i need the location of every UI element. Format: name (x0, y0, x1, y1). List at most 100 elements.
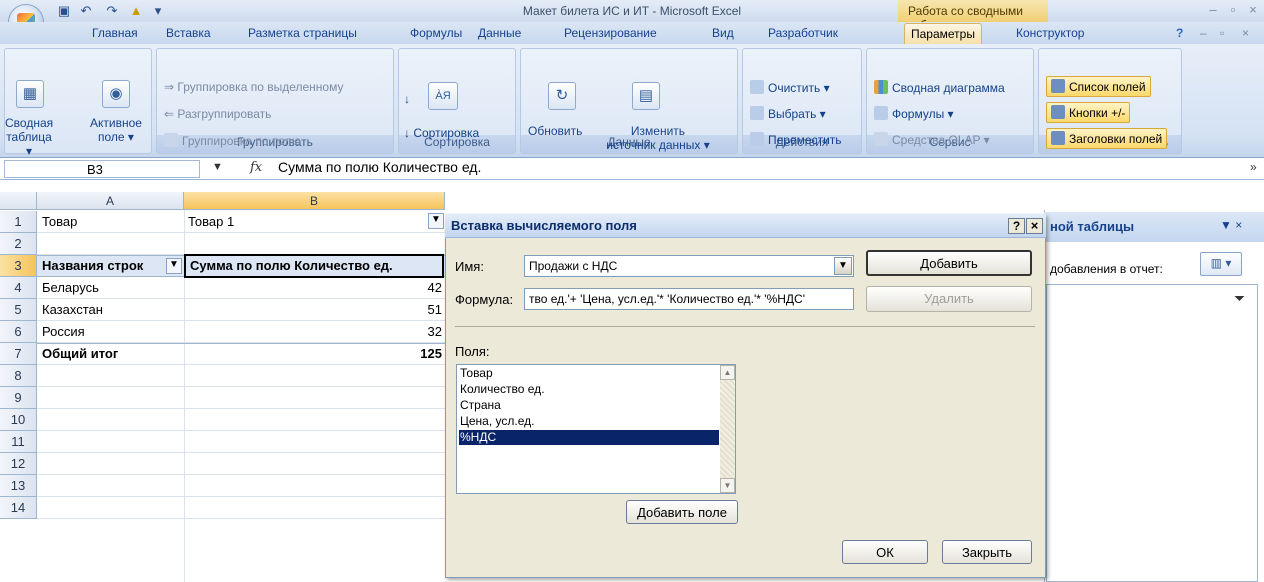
cell-a7[interactable]: Общий итог (42, 343, 118, 365)
name-box[interactable]: B3 (4, 160, 200, 178)
fx-icon[interactable]: fx (250, 160, 262, 175)
refresh-button[interactable]: Обновить (528, 124, 582, 138)
dialog-help-button[interactable]: ? (1008, 218, 1025, 234)
cell-b1[interactable]: Товар 1 (188, 211, 234, 233)
add-field-button[interactable]: Добавить поле (626, 500, 738, 524)
row-header[interactable]: 3 (0, 255, 37, 277)
ribbon-restore-icon[interactable]: ▫ (1220, 26, 1224, 44)
active-field-icon: ◉ (102, 80, 130, 108)
tab-data[interactable]: Данные (478, 26, 521, 44)
row-header[interactable]: 4 (0, 277, 37, 299)
field-item[interactable]: Цена, усл.ед. (459, 414, 719, 429)
formula-input-field[interactable]: тво ед.'+ 'Цена, усл.ед.'* 'Количество е… (524, 288, 854, 310)
ungroup-button[interactable]: ⇐ Разгруппировать (164, 107, 271, 121)
cell-a4[interactable]: Беларусь (42, 277, 99, 299)
panel-menu-icon[interactable]: ▼ × (1220, 218, 1242, 232)
pivot-table-button[interactable]: Сводная таблица ▾ (5, 116, 53, 158)
column-header-b[interactable]: B (184, 192, 445, 210)
close-window-icon[interactable]: × (1244, 2, 1262, 18)
ungroup-label: Разгруппировать (177, 107, 272, 121)
cell-a6[interactable]: Россия (42, 321, 85, 343)
cell-a1[interactable]: Товар (42, 211, 77, 233)
row-header[interactable]: 8 (0, 365, 37, 387)
field-item[interactable]: Страна (459, 398, 719, 413)
minimize-icon[interactable]: – (1204, 2, 1222, 18)
row-header[interactable]: 14 (0, 497, 37, 519)
row-header[interactable]: 13 (0, 475, 37, 497)
group-field-button[interactable]: Группировка по полю (164, 133, 301, 148)
tab-formulas[interactable]: Формулы (410, 26, 462, 44)
expand-formula-icon[interactable]: » (1250, 160, 1257, 174)
sort-dialog-icon[interactable]: ÀЯ (428, 82, 458, 110)
namebox-dropdown-icon[interactable]: ▼ (212, 161, 223, 173)
field-item-selected[interactable]: %НДС (459, 430, 719, 445)
active-field-button[interactable]: Активное поле ▾ (84, 116, 148, 144)
fields-label: Поля: (455, 344, 490, 359)
cell-b4[interactable]: 42 (188, 277, 442, 299)
cell-b6[interactable]: 32 (188, 321, 442, 343)
cell-b5[interactable]: 51 (188, 299, 442, 321)
tab-design[interactable]: Конструктор (1016, 26, 1084, 44)
refresh-icon: ↻ (548, 82, 576, 110)
row-header[interactable]: 5 (0, 299, 37, 321)
fields-scrollbar[interactable] (720, 365, 735, 493)
fields-listbox[interactable]: Товар Количество ед. Страна Цена, усл.ед… (456, 364, 736, 494)
select-button[interactable]: Выбрать ▾ (750, 106, 826, 121)
formula-input[interactable]: Сумма по полю Количество ед. (278, 159, 481, 175)
tab-insert[interactable]: Вставка (166, 26, 211, 44)
tab-developer[interactable]: Разработчик (768, 26, 838, 44)
cell-a3[interactable]: Названия строк (42, 255, 143, 277)
panel-subtitle: добавления в отчет: (1050, 262, 1163, 276)
row-header[interactable]: 6 (0, 321, 37, 343)
pivot-chart-button[interactable]: Сводная диаграмма (874, 80, 1005, 95)
ribbon-minimize-icon[interactable]: – (1200, 26, 1207, 44)
context-title: Работа со сводными таблицами (898, 0, 1048, 32)
olap-button[interactable]: Средства OLAP ▾ (874, 132, 990, 147)
row-header[interactable]: 1 (0, 211, 37, 233)
dialog-close-button[interactable]: × (1026, 218, 1043, 234)
ok-button[interactable]: ОК (842, 540, 928, 564)
row-labels-dropdown-icon[interactable]: ▼ (166, 258, 182, 274)
field-list-button[interactable]: Список полей (1046, 76, 1151, 97)
cell-b3[interactable]: Сумма по полю Количество ед. (184, 254, 444, 278)
name-input[interactable]: Продажи с НДС (524, 255, 854, 277)
restore-icon[interactable]: ▫ (1224, 2, 1242, 18)
move-button[interactable]: Переместить (750, 132, 842, 147)
tab-page-layout[interactable]: Разметка страницы (248, 26, 357, 44)
buttons-plus-minus-button[interactable]: Кнопки +/- (1046, 102, 1131, 123)
row-header[interactable]: 2 (0, 233, 37, 255)
ribbon-close-icon[interactable]: × (1242, 26, 1249, 44)
tab-options[interactable]: Параметры (904, 23, 982, 45)
field-item[interactable]: Товар (459, 366, 719, 381)
row-header[interactable]: 11 (0, 431, 37, 453)
cell-b7[interactable]: 125 (188, 343, 442, 365)
name-dropdown-icon[interactable]: ▼ (834, 257, 852, 275)
field-item[interactable]: Количество ед. (459, 382, 719, 397)
cell-a5[interactable]: Казахстан (42, 299, 103, 321)
change-source-button[interactable]: Изменить источник данных ▾ (598, 124, 718, 152)
column-header-a[interactable]: A (37, 192, 184, 210)
clear-button[interactable]: Очистить ▾ (750, 80, 830, 95)
panel-layout-icon[interactable]: ▥ ▾ (1200, 252, 1242, 276)
panel-field-list (1046, 284, 1258, 582)
delete-button[interactable]: Удалить (866, 286, 1032, 312)
add-button[interactable]: Добавить (866, 250, 1032, 276)
tab-review[interactable]: Рецензирование (564, 26, 657, 44)
tab-home[interactable]: Главная (92, 26, 138, 44)
row-header[interactable]: 12 (0, 453, 37, 475)
help-icon[interactable]: ? (1176, 26, 1183, 44)
scroll-down-icon[interactable]: ▼ (720, 478, 735, 493)
close-dialog-button[interactable]: Закрыть (942, 540, 1032, 564)
sort-button[interactable]: ↓ Сортировка (404, 126, 479, 140)
filter-dropdown-icon[interactable]: ▼ (428, 213, 444, 229)
group-selection-button[interactable]: ⇒ Группировка по выделенному (164, 80, 343, 94)
row-header[interactable]: 10 (0, 409, 37, 431)
formulas-button[interactable]: Формулы ▾ (874, 106, 954, 121)
row-header[interactable]: 9 (0, 387, 37, 409)
sort-az-icon[interactable]: ↓ (404, 92, 410, 106)
scroll-up-icon[interactable]: ▲ (720, 365, 735, 380)
row-header[interactable]: 7 (0, 343, 37, 365)
field-headers-button[interactable]: Заголовки полей (1046, 128, 1168, 149)
tab-view[interactable]: Вид (712, 26, 734, 44)
select-all-corner[interactable] (0, 192, 37, 210)
